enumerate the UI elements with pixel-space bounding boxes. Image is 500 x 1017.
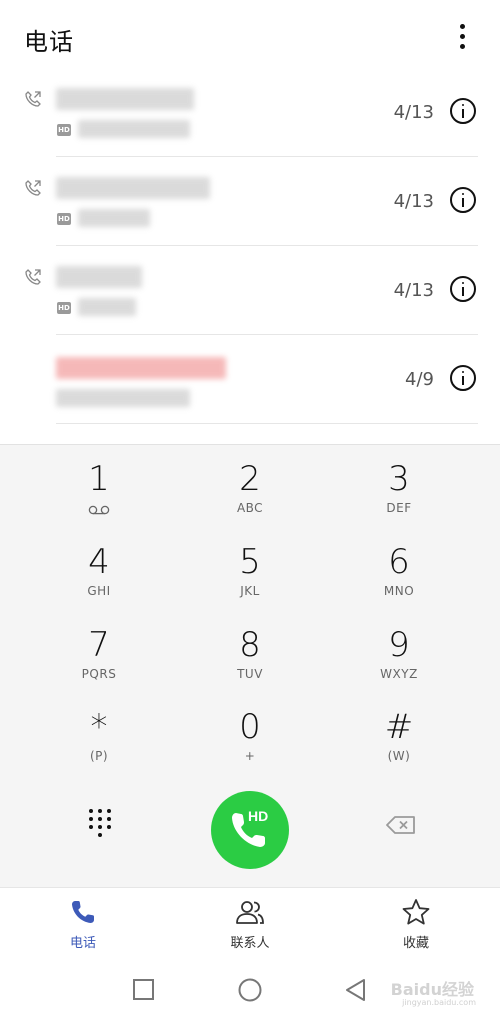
key-digit: 7 (88, 625, 110, 665)
hd-badge: HD (57, 302, 71, 314)
call-log-row[interactable]: HD 4/13 (0, 68, 500, 157)
redacted-name (56, 177, 210, 199)
contacts-icon (236, 901, 264, 924)
key-digit: 9 (388, 625, 410, 665)
key-digit: 5 (239, 542, 261, 582)
key-digit: 1 (88, 459, 110, 499)
dial-key-7[interactable]: 7 PQRS (16, 625, 182, 705)
hd-badge: HD (57, 213, 71, 225)
key-digit: 8 (239, 625, 261, 665)
redacted-number (78, 209, 150, 227)
dial-key-hash[interactable]: # (W) (316, 707, 482, 787)
nav-tab-favorites[interactable]: 收藏 (333, 898, 499, 958)
dial-key-0[interactable]: 0 + (167, 707, 333, 787)
dial-key-3[interactable]: 3 DEF (316, 459, 482, 539)
home-circle-icon[interactable] (237, 977, 263, 1003)
call-log-list: HD 4/13 HD 4/13 HD 4/13 4/9 (0, 68, 500, 444)
key-letters: MNO (383, 584, 415, 598)
call-info-icon[interactable] (450, 276, 476, 302)
nav-label: 电话 (69, 936, 96, 951)
dial-key-1[interactable]: 1 (16, 459, 182, 539)
call-date: 4/13 (393, 191, 434, 212)
hd-call-button[interactable]: HD (211, 791, 289, 869)
key-letters: (P) (89, 749, 109, 763)
bottom-navigation: 电话 联系人 收藏 (0, 887, 500, 966)
key-letters: PQRS (81, 667, 117, 681)
star-icon (402, 899, 430, 925)
phone-icon (232, 813, 265, 847)
call-info-icon[interactable] (450, 365, 476, 391)
key-digit: 2 (239, 459, 261, 499)
dial-key-9[interactable]: 9 WXYZ (316, 625, 482, 705)
divider (56, 423, 478, 424)
call-date: 4/9 (405, 369, 434, 390)
voicemail-icon (88, 505, 110, 515)
redacted-name (56, 266, 142, 288)
key-letters: JKL (240, 584, 260, 598)
redacted-name (56, 88, 194, 110)
key-letters: (W) (387, 749, 411, 763)
dial-key-8[interactable]: 8 TUV (167, 625, 333, 705)
backspace-icon[interactable] (386, 815, 416, 835)
key-letters: GHI (87, 584, 111, 598)
dial-key-6[interactable]: 6 MNO (316, 542, 482, 622)
dial-key-4[interactable]: 4 GHI (16, 542, 182, 622)
nav-label: 联系人 (230, 936, 270, 951)
call-info-icon[interactable] (450, 98, 476, 124)
more-options-icon[interactable] (450, 22, 474, 52)
key-letters: WXYZ (380, 667, 418, 681)
call-log-row[interactable]: HD 4/13 (0, 246, 500, 335)
redacted-number (78, 120, 190, 138)
dialpad: 1 2 ABC 3 DEF 4 GHI 5 JKL 6 MNO 7 PQRS 8… (0, 444, 500, 888)
key-digit: # (384, 707, 414, 747)
key-digit: 6 (388, 542, 410, 582)
watermark-url: jingyan.baidu.com (402, 998, 476, 1007)
nav-label: 收藏 (402, 936, 429, 951)
dial-key-5[interactable]: 5 JKL (167, 542, 333, 622)
recents-square-icon[interactable] (131, 977, 157, 1003)
dial-key-star[interactable]: * (P) (16, 707, 182, 787)
hd-label: HD (248, 808, 269, 824)
nav-tab-contacts[interactable]: 联系人 (167, 898, 333, 958)
key-letters: + (244, 749, 256, 763)
dialpad-toggle-icon[interactable] (88, 809, 112, 843)
dialpad-actions: HD (0, 785, 500, 875)
watermark: Baidu经验 (390, 980, 474, 999)
call-log-row[interactable]: 4/9 (0, 335, 500, 424)
redacted-missed-name (56, 357, 226, 379)
key-digit: 4 (88, 542, 110, 582)
nav-tab-phone[interactable]: 电话 (0, 898, 166, 958)
hd-badge: HD (57, 124, 71, 136)
dial-key-2[interactable]: 2 ABC (167, 459, 333, 539)
app-header: 电话 (0, 0, 500, 72)
key-digit: 0 (239, 707, 261, 747)
call-log-row[interactable]: HD 4/13 (0, 157, 500, 246)
outgoing-call-icon (25, 91, 41, 107)
phone-icon (72, 901, 94, 923)
call-date: 4/13 (393, 280, 434, 301)
outgoing-call-icon (25, 269, 41, 285)
outgoing-call-icon (25, 180, 41, 196)
back-triangle-icon[interactable] (343, 977, 369, 1003)
redacted-number (56, 389, 190, 407)
key-digit: * (90, 707, 108, 747)
key-letters: ABC (236, 501, 264, 515)
key-digit: 3 (388, 459, 410, 499)
redacted-number (78, 298, 136, 316)
key-letters: DEF (386, 501, 412, 515)
key-letters: TUV (237, 667, 263, 681)
call-info-icon[interactable] (450, 187, 476, 213)
page-title: 电话 (24, 28, 74, 56)
call-date: 4/13 (393, 102, 434, 123)
